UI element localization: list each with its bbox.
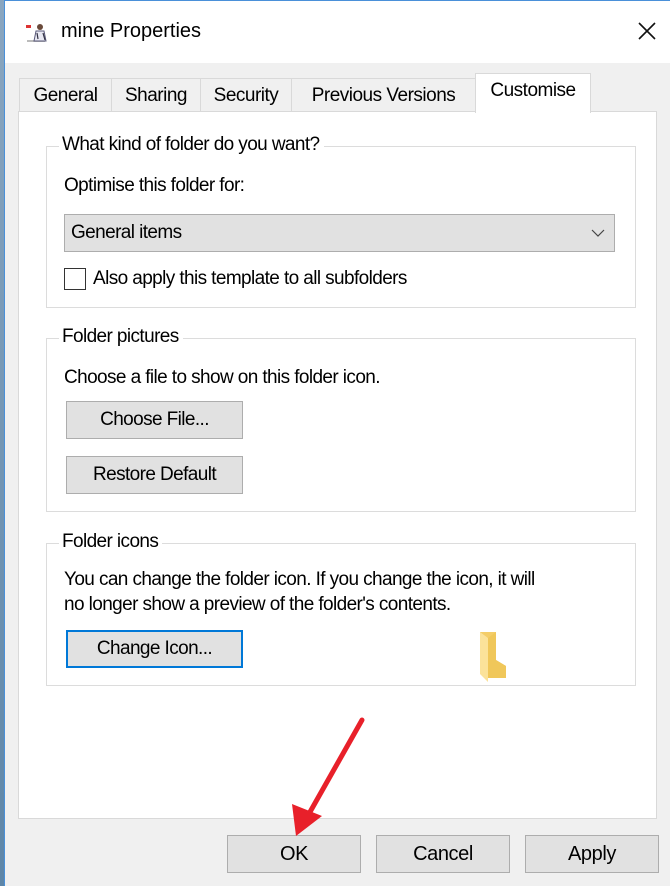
folder-icons-legend: Folder icons xyxy=(59,531,163,553)
tab-strip: General Sharing Security Previous Versio… xyxy=(19,73,659,113)
change-icon-button[interactable]: Change Icon... xyxy=(66,630,243,668)
folder-pictures-legend: Folder pictures xyxy=(59,326,183,348)
close-button[interactable] xyxy=(624,9,670,53)
ok-label: OK xyxy=(279,842,309,865)
tab-customise[interactable]: Customise xyxy=(475,73,591,113)
folder-type-group: What kind of folder do you want? Optimis… xyxy=(46,134,636,308)
folder-type-legend: What kind of folder do you want? xyxy=(59,134,324,156)
tab-sharing[interactable]: Sharing xyxy=(111,78,201,112)
apply-button[interactable]: Apply xyxy=(525,835,659,873)
apply-subfolders-label[interactable]: Also apply this template to all subfolde… xyxy=(93,268,407,290)
tab-label: Previous Versions xyxy=(311,84,456,106)
choose-file-button[interactable]: Choose File... xyxy=(66,401,243,439)
apply-label: Apply xyxy=(567,842,617,865)
chevron-down-icon xyxy=(591,229,605,237)
folder-icons-description-line1: You can change the folder icon. If you c… xyxy=(64,569,535,590)
tab-label: General xyxy=(33,84,98,106)
folder-user-icon xyxy=(26,24,47,42)
ok-button[interactable]: OK xyxy=(227,835,361,873)
optimise-label: Optimise this folder for: xyxy=(64,175,245,196)
folder-icons-description-line2: no longer show a preview of the folder's… xyxy=(64,594,451,615)
tab-label: Security xyxy=(213,84,279,106)
restore-default-button[interactable]: Restore Default xyxy=(66,456,243,494)
tab-general[interactable]: General xyxy=(19,78,112,112)
window-title: mine Properties xyxy=(61,20,202,42)
apply-subfolders-checkbox[interactable] xyxy=(64,268,86,290)
tab-previous-versions[interactable]: Previous Versions xyxy=(291,78,476,112)
restore-default-label: Restore Default xyxy=(92,464,217,485)
optimise-select-value: General items xyxy=(71,222,182,243)
title-bar: mine Properties xyxy=(5,1,670,63)
optimise-select[interactable]: General items xyxy=(64,214,615,252)
properties-dialog: mine Properties General Sharing Security… xyxy=(4,0,670,886)
tab-security[interactable]: Security xyxy=(200,78,292,112)
close-icon xyxy=(638,22,656,40)
customise-panel: What kind of folder do you want? Optimis… xyxy=(18,111,657,819)
tab-label: Customise xyxy=(490,80,576,101)
change-icon-label: Change Icon... xyxy=(96,638,213,659)
cancel-label: Cancel xyxy=(413,842,473,865)
tab-label: Sharing xyxy=(125,84,188,106)
choose-file-label: Choose File... xyxy=(100,409,209,430)
folder-icons-group: Folder icons You can change the folder i… xyxy=(46,531,636,686)
folder-icon xyxy=(480,632,506,682)
cancel-button[interactable]: Cancel xyxy=(376,835,510,873)
folder-pictures-description: Choose a file to show on this folder ico… xyxy=(64,367,381,388)
folder-pictures-group: Folder pictures Choose a file to show on… xyxy=(46,326,636,512)
